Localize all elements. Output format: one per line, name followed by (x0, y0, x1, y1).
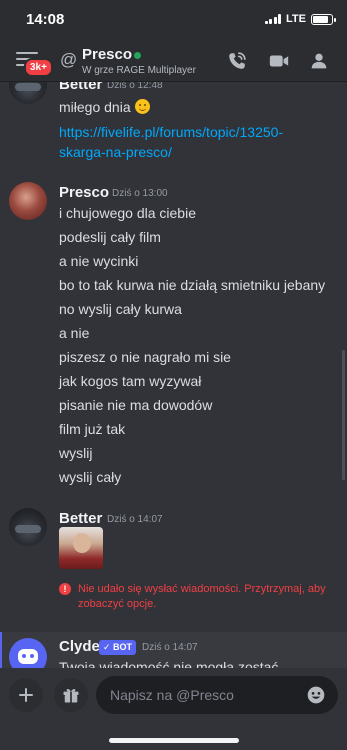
members-icon[interactable] (308, 50, 330, 72)
message-line: film już tak (59, 421, 126, 437)
dm-activity-status: W grze RAGE Multiplayer (82, 65, 196, 76)
status-icons: LTE (264, 13, 336, 25)
phone-icon[interactable] (226, 50, 248, 72)
avatar[interactable] (9, 638, 47, 668)
avatar[interactable] (9, 182, 47, 220)
message-line: bo to tak kurwa nie działą smietniku jeb… (59, 277, 326, 293)
status-bar: 14:08 LTE (0, 0, 347, 40)
network-type: LTE (286, 13, 306, 25)
message-timestamp: Dziś o 13:00 (112, 188, 168, 199)
message-text: miłego dnia (59, 98, 150, 116)
message-list[interactable]: Better Dziś o 12:48 miłego dnia https://… (0, 82, 347, 668)
signal-icon (264, 14, 282, 24)
video-camera-icon[interactable] (268, 50, 290, 72)
message-author[interactable]: Better (59, 82, 102, 93)
message-link[interactable]: https://fivelife.pl/forums/topic/13250-s… (59, 122, 329, 162)
message-timestamp: Dziś o 14:07 (107, 514, 163, 525)
message-line: piszesz o nie nagrało mi sie (59, 349, 231, 365)
message-line: i chujowego dla ciebie (59, 205, 196, 221)
message-line: a nie wycinki (59, 253, 139, 269)
battery-level (313, 15, 329, 23)
dm-recipient-name[interactable]: Presco (82, 46, 132, 63)
message-author[interactable]: Presco (59, 184, 109, 201)
bot-badge-label: BOT (113, 642, 133, 652)
message-line: no wyslij cały kurwa (59, 301, 182, 317)
message-timestamp: Dziś o 12:48 (107, 82, 163, 91)
error-icon: ! (59, 583, 71, 595)
message-author[interactable]: Clyde (59, 638, 100, 655)
smile-emoji-icon (134, 99, 150, 114)
message-line: a nie (59, 325, 90, 341)
gift-button[interactable] (54, 678, 88, 712)
add-attachment-button[interactable] (9, 678, 43, 712)
message-text-content: miłego dnia (59, 99, 131, 115)
bot-badge: ✓ BOT (99, 640, 137, 655)
home-indicator[interactable] (109, 738, 239, 743)
scrollbar[interactable] (342, 350, 345, 480)
message-line: pisanie nie ma dowodów (59, 397, 213, 413)
message-author[interactable]: Better (59, 510, 102, 527)
image-attachment[interactable] (59, 527, 103, 569)
message-input-placeholder: Napisz na @Presco (110, 687, 234, 703)
send-error-text: Nie udało się wysłać wiadomości. Przytrz… (78, 583, 326, 610)
message-line: wyslij (59, 445, 93, 461)
avatar[interactable] (9, 82, 47, 104)
clyde-bot-icon (18, 649, 38, 664)
battery-icon (311, 13, 336, 25)
status-time: 14:08 (26, 11, 65, 28)
at-sign-icon: @ (60, 50, 78, 69)
avatar[interactable] (9, 508, 47, 546)
message-line: podeslij cały film (59, 229, 161, 245)
message-input[interactable]: Napisz na @Presco (96, 676, 338, 714)
message-text: Twoja wiadomość nie mogła zostać (59, 659, 279, 668)
message-line: wyslij cały (59, 469, 122, 485)
message-timestamp: Dziś o 14:07 (142, 642, 198, 653)
online-status-icon (134, 52, 141, 59)
message-line: jak kogos tam wyzywał (59, 373, 202, 389)
emoji-picker-icon[interactable] (306, 685, 326, 705)
gift-icon (63, 689, 79, 703)
channel-header: 3k+ @ Presco W grze RAGE Multiplayer (0, 40, 347, 82)
unread-badge: 3k+ (24, 58, 53, 77)
